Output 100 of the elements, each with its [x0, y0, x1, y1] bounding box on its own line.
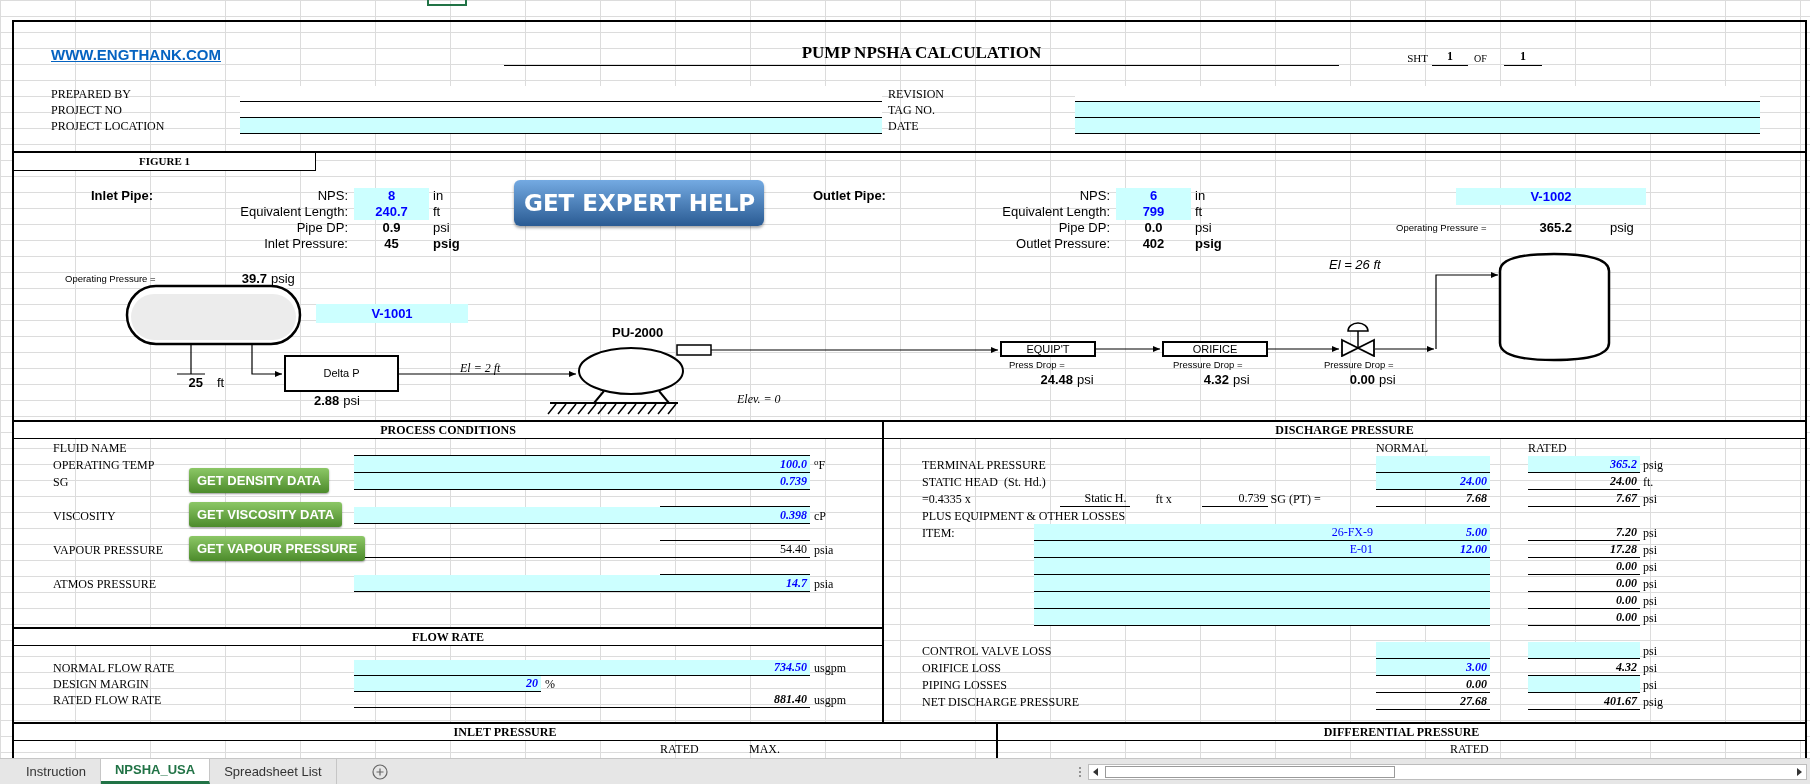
value-cell[interactable]: [1376, 592, 1490, 609]
unit-label: ft.: [1642, 474, 1654, 490]
equipment-box: EQUIP'T: [1000, 341, 1096, 357]
unit-label: usgpm: [813, 661, 846, 676]
value-cell: 0.00: [1528, 609, 1640, 626]
unit-label: %: [544, 677, 555, 692]
unit-label: psi: [1642, 610, 1657, 626]
equipment-box: ORIFICE: [1162, 341, 1268, 357]
value-cell[interactable]: 100.0: [354, 456, 810, 473]
section-header: INLET PRESSURE: [14, 724, 996, 741]
website-link[interactable]: WWW.ENGTHANK.COM: [51, 43, 504, 66]
sheet-title: PUMP NPSHA CALCULATION: [504, 39, 1339, 66]
unit-label: psi: [1642, 542, 1657, 558]
value-cell: 0.00: [1528, 592, 1640, 609]
value-cell[interactable]: [1376, 456, 1490, 473]
section-heading: Outlet Pipe:: [813, 188, 886, 204]
section-heading: Inlet Pipe:: [91, 188, 154, 204]
field-label: CONTROL VALVE LOSS: [921, 643, 1053, 659]
item-cell[interactable]: [1034, 592, 1376, 609]
unit-label: $^{o}$F: [813, 457, 826, 473]
value-cell[interactable]: [1376, 558, 1490, 575]
value-cell: 7.20: [1528, 524, 1640, 541]
value-cell-text: 402: [1141, 236, 1166, 252]
item-cell[interactable]: 26-FX-9: [1034, 524, 1376, 541]
value-cell[interactable]: 12.00: [1376, 541, 1490, 558]
level-line: [176, 343, 206, 375]
column-header: RATED: [1528, 440, 1568, 456]
unit-label: psi: [1642, 491, 1657, 507]
unit-label: psig: [1194, 236, 1223, 252]
field-label: NPS:: [1078, 188, 1111, 204]
value-cell: 0.00: [1528, 558, 1640, 575]
value-cell[interactable]: [1376, 642, 1490, 659]
value-cell[interactable]: 0.739: [354, 473, 810, 490]
value-cell[interactable]: [1528, 676, 1640, 693]
field-label: OF: [1473, 52, 1488, 66]
unit-label: psi: [1077, 372, 1094, 388]
sheet-tab[interactable]: Spreadsheet List: [210, 759, 337, 784]
pipe-arrow: [251, 343, 283, 377]
value-cell[interactable]: 6: [1116, 188, 1191, 204]
pressure-drop-label: Press Drop =: [1009, 358, 1066, 372]
unit-label: psig: [271, 271, 295, 287]
field-label: RATED FLOW RATE: [53, 693, 163, 708]
item-cell[interactable]: [1034, 558, 1376, 575]
input-field[interactable]: [240, 118, 882, 134]
value-cell[interactable]: 20: [354, 676, 541, 692]
field-label: ATMOS PRESSURE: [53, 576, 158, 592]
value-cell: 881.40: [354, 692, 810, 708]
pressure-drop-label: Pressure Drop =: [1173, 358, 1244, 372]
pump-tag: PU-2000: [612, 325, 664, 341]
value-cell[interactable]: 0.398: [354, 507, 810, 524]
unit-label: psi: [1642, 593, 1657, 609]
field-label: SHT: [1406, 50, 1429, 66]
scrollbar-thumb[interactable]: [1104, 765, 1395, 778]
operating-pressure-value: 39.7: [240, 271, 267, 287]
column-header: RATED: [660, 741, 700, 757]
input-field[interactable]: [1075, 102, 1760, 118]
unit-label: psia: [813, 576, 834, 592]
unit-label: ft: [217, 375, 225, 391]
field-label: Pipe DP:: [295, 220, 349, 236]
pressure-drop-value: 2.88: [314, 393, 340, 409]
value-cell[interactable]: 24.00: [1376, 473, 1490, 490]
value-cell[interactable]: 5.00: [1376, 524, 1490, 541]
horizontal-scrollbar[interactable]: [1087, 763, 1807, 780]
sheet-tab[interactable]: NPSHA_USA: [101, 759, 211, 784]
value-cell[interactable]: 365.2: [1528, 456, 1640, 473]
value-cell[interactable]: 8: [354, 188, 429, 204]
item-cell[interactable]: [1034, 575, 1376, 592]
formula-cell: 0.739: [1202, 490, 1268, 507]
field-label: SG: [53, 474, 70, 490]
value-cell: 17.28: [1528, 541, 1640, 558]
unit-label: psi: [1642, 677, 1657, 693]
input-field[interactable]: [1075, 118, 1760, 134]
field-label: REVISION: [887, 87, 945, 102]
value-cell[interactable]: 14.7: [354, 575, 810, 592]
item-cell[interactable]: E-01: [1034, 541, 1376, 558]
value-cell[interactable]: [1376, 575, 1490, 592]
equipment-box: Delta P: [284, 355, 399, 392]
value-cell[interactable]: 3.00: [1376, 659, 1490, 676]
section-header: PROCESS CONDITIONS: [14, 422, 882, 439]
pressure-drop-label: Pressure Drop =: [1324, 358, 1395, 372]
value-cell[interactable]: [1528, 642, 1640, 659]
add-sheet-icon[interactable]: [371, 763, 388, 780]
unit-label: psig: [1610, 220, 1634, 236]
value-cell[interactable]: 734.50: [354, 660, 810, 676]
elevation-label: El = 2 ft: [460, 360, 501, 377]
value-cell[interactable]: 240.7: [354, 204, 429, 220]
pressure-drop-value: 24.48: [1039, 372, 1073, 388]
value-cell[interactable]: 799: [1116, 204, 1191, 220]
item-cell[interactable]: [1034, 609, 1376, 626]
field-label: NPS:: [316, 188, 349, 204]
value-cell: 0.00: [1528, 575, 1640, 592]
sheet-tab[interactable]: Instruction: [12, 759, 101, 784]
value-cell[interactable]: [1376, 609, 1490, 626]
field-label: PROJECT LOCATION: [51, 119, 166, 134]
value-cell-text: 0.9: [381, 220, 402, 236]
expert-help-button[interactable]: GET EXPERT HELP: [514, 180, 764, 226]
unit-label: cP: [813, 508, 826, 524]
unit-label: psi: [1642, 576, 1657, 592]
level-value: 25: [187, 375, 203, 391]
column-header: RATED: [1450, 741, 1489, 757]
